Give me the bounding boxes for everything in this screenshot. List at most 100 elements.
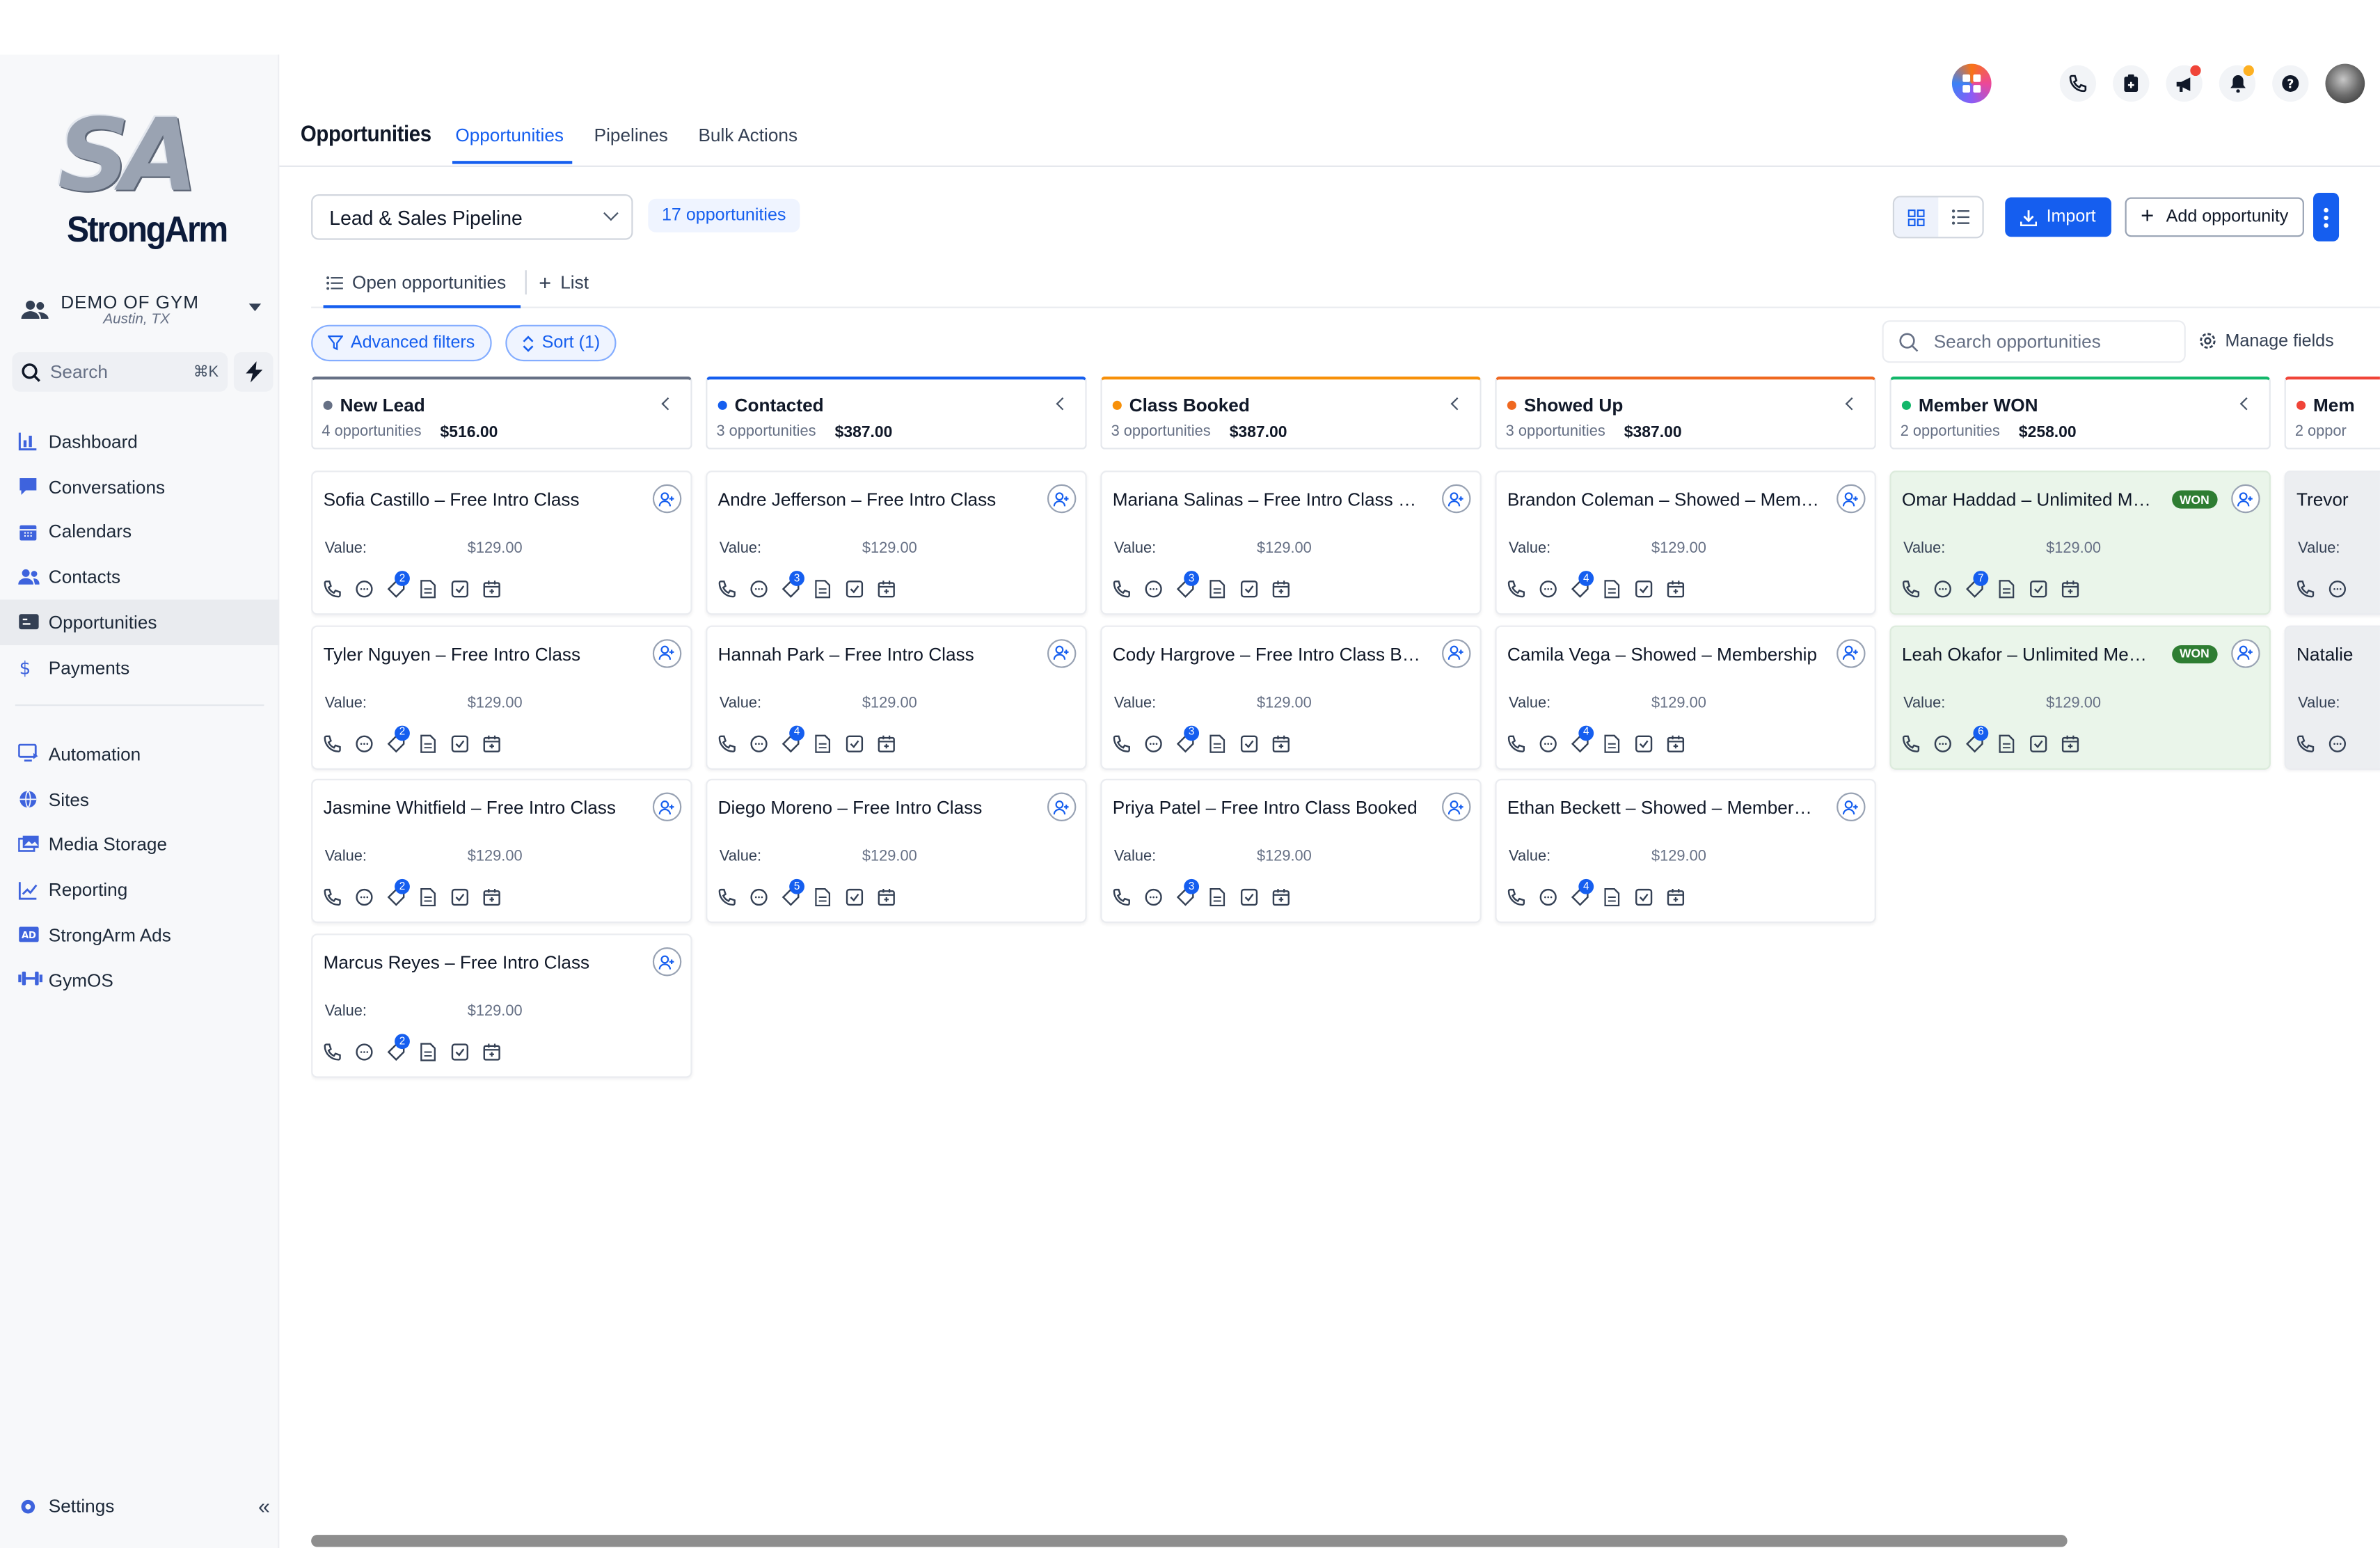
phone-icon[interactable] [2059, 65, 2097, 102]
appointment-icon[interactable] [1665, 887, 1687, 909]
tag-icon[interactable]: 3 [1175, 725, 1200, 755]
tag-icon[interactable]: 2 [386, 1034, 410, 1063]
quick-actions-button[interactable] [233, 352, 273, 392]
apps-icon[interactable] [1951, 63, 1992, 104]
tag-icon[interactable]: 3 [1175, 571, 1200, 600]
task-icon[interactable] [1633, 887, 1655, 909]
phone-icon[interactable] [322, 1041, 343, 1063]
account-switcher[interactable]: DEMO OF GYM Austin, TX [12, 285, 267, 334]
opportunity-card[interactable]: Jasmine Whitfield – Free Intro Class Valu… [311, 779, 692, 924]
assign-user-button[interactable] [2231, 638, 2260, 668]
task-icon[interactable] [844, 578, 866, 600]
tag-icon[interactable]: 4 [1569, 571, 1594, 600]
brand-logo[interactable]: SA StrongArm [51, 102, 234, 261]
message-icon[interactable] [2327, 733, 2349, 755]
note-icon[interactable] [1601, 578, 1623, 600]
message-icon[interactable] [354, 733, 375, 755]
assign-user-button[interactable] [1047, 793, 1077, 822]
opportunity-card[interactable]: Hannah Park – Free Intro Class Value: $129… [706, 624, 1087, 770]
collapse-column-icon[interactable] [661, 397, 674, 411]
collapse-column-icon[interactable] [1845, 397, 1859, 411]
appointment-icon[interactable] [1665, 578, 1687, 600]
message-icon[interactable] [1143, 887, 1164, 909]
add-opportunity-button[interactable]: + Add opportunity [2125, 197, 2304, 237]
tag-icon[interactable]: 4 [1569, 879, 1594, 909]
assign-user-button[interactable] [652, 793, 682, 822]
sidebar-item-reporting[interactable]: Reporting [0, 867, 279, 913]
sidebar-search[interactable]: Search ⌘K [12, 352, 228, 392]
assign-user-button[interactable] [652, 638, 682, 668]
board-view-button[interactable] [1894, 197, 1939, 237]
opportunity-card[interactable]: Brandon Coleman – Showed – Membership Val… [1495, 471, 1876, 615]
tag-icon[interactable]: 2 [386, 725, 410, 755]
clipboard-icon[interactable] [2113, 65, 2150, 102]
phone-icon[interactable] [2295, 578, 2317, 600]
appointment-icon[interactable] [875, 887, 897, 909]
tab-pipelines[interactable]: Pipelines [594, 125, 668, 164]
message-icon[interactable] [354, 1041, 375, 1063]
phone-icon[interactable] [322, 887, 343, 909]
sidebar-item-settings[interactable]: Settings « [0, 1485, 279, 1527]
task-icon[interactable] [450, 733, 471, 755]
tab-bulk-actions[interactable]: Bulk Actions [698, 125, 798, 164]
sidebar-item-gymos[interactable]: GymOS [0, 958, 279, 1003]
tag-icon[interactable]: 6 [1964, 725, 1989, 755]
note-icon[interactable] [812, 578, 834, 600]
note-icon[interactable] [812, 733, 834, 755]
opportunity-card[interactable]: Andre Jefferson – Free Intro Class Value:… [706, 471, 1087, 615]
task-icon[interactable] [1239, 887, 1260, 909]
help-icon[interactable]: ? [2272, 65, 2309, 102]
opportunity-card[interactable]: Mariana Salinas – Free Intro Class Booke… [1100, 471, 1482, 615]
assign-user-button[interactable] [652, 947, 682, 977]
assign-user-button[interactable] [1836, 638, 1866, 668]
message-icon[interactable] [748, 578, 770, 600]
message-icon[interactable] [748, 733, 770, 755]
appointment-icon[interactable] [481, 1041, 502, 1063]
task-icon[interactable] [450, 1041, 471, 1063]
message-icon[interactable] [354, 887, 375, 909]
collapse-column-icon[interactable] [2239, 397, 2253, 411]
phone-icon[interactable] [716, 578, 738, 600]
sidebar-item-calendars[interactable]: Calendars [0, 510, 279, 555]
collapse-column-icon[interactable] [1056, 397, 1070, 411]
appointment-icon[interactable] [2060, 733, 2081, 755]
horizontal-scrollbar[interactable] [311, 1535, 2068, 1547]
phone-icon[interactable] [1111, 887, 1133, 909]
opportunity-card[interactable]: Priya Patel – Free Intro Class Booked Val… [1100, 779, 1482, 924]
assign-user-button[interactable] [1047, 638, 1077, 668]
message-icon[interactable] [1933, 578, 1954, 600]
opportunity-card[interactable]: Marcus Reyes – Free Intro Class Value: $12… [311, 933, 692, 1078]
appointment-icon[interactable] [1271, 733, 1292, 755]
opportunity-card[interactable]: Trevor Value: [2284, 471, 2380, 615]
phone-icon[interactable] [716, 733, 738, 755]
task-icon[interactable] [450, 887, 471, 909]
tag-icon[interactable]: 3 [780, 571, 804, 600]
opportunity-card[interactable]: Leah Okafor – Unlimited Membership WON Val… [1889, 624, 2271, 770]
note-icon[interactable] [418, 1041, 439, 1063]
tag-icon[interactable]: 7 [1964, 571, 1989, 600]
phone-icon[interactable] [322, 578, 343, 600]
note-icon[interactable] [1207, 733, 1228, 755]
appointment-icon[interactable] [481, 887, 502, 909]
note-icon[interactable] [812, 887, 834, 909]
appointment-icon[interactable] [875, 578, 897, 600]
appointment-icon[interactable] [481, 733, 502, 755]
task-icon[interactable] [2028, 578, 2049, 600]
task-icon[interactable] [844, 733, 866, 755]
collapse-sidebar-button[interactable]: « [249, 1491, 280, 1522]
note-icon[interactable] [1601, 887, 1623, 909]
phone-icon[interactable] [1901, 578, 1922, 600]
assign-user-button[interactable] [1442, 638, 1471, 668]
sidebar-item-opportunities[interactable]: Opportunities [0, 599, 280, 645]
opportunity-card[interactable]: Cody Hargrove – Free Intro Class Booked V… [1100, 624, 1482, 770]
message-icon[interactable] [354, 578, 375, 600]
more-options-button[interactable] [2312, 192, 2340, 242]
collapse-column-icon[interactable] [1450, 397, 1464, 411]
sidebar-item-dashboard[interactable]: Dashboard [0, 419, 279, 464]
note-icon[interactable] [1996, 578, 2017, 600]
task-icon[interactable] [1633, 733, 1655, 755]
appointment-icon[interactable] [875, 733, 897, 755]
megaphone-icon[interactable] [2166, 65, 2203, 102]
assign-user-button[interactable] [1442, 484, 1471, 514]
opportunity-card[interactable]: Sofia Castillo – Free Intro Class Value: $… [311, 471, 692, 615]
